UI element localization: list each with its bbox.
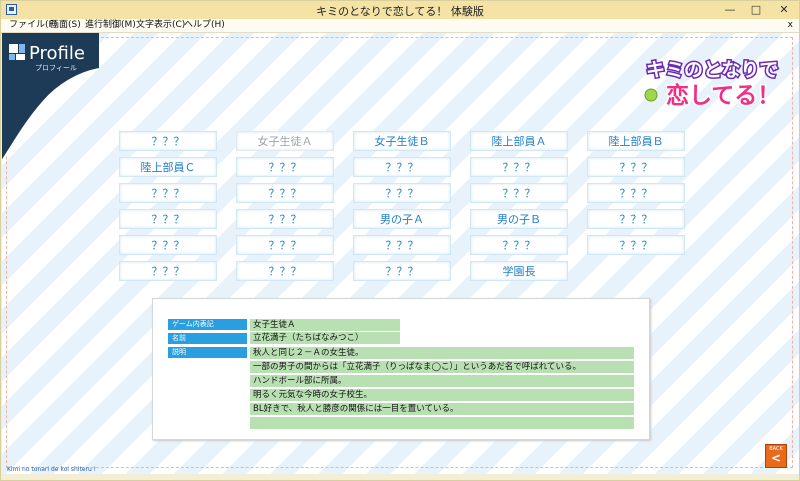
character-button[interactable]: 陸上部員Ｂ: [587, 131, 685, 151]
logo-line-1: キミのとなりで: [646, 59, 778, 81]
page-subtitle: プロフィール: [35, 64, 77, 72]
page-title: Profile: [29, 43, 85, 64]
value-in-game: 女子生徒Ａ: [250, 319, 400, 331]
description-line: ハンドボール部に所属。: [250, 375, 634, 387]
menu-help[interactable]: ヘルプ(H): [184, 19, 225, 32]
character-button[interactable]: ？？？: [353, 261, 451, 281]
description-line: 秋人と同じ２－Ａの女生徒。: [250, 347, 634, 359]
character-button[interactable]: ？？？: [353, 157, 451, 177]
label-in-game: ゲーム内表記: [168, 319, 247, 330]
menu-text-display[interactable]: 文字表示(C): [136, 19, 185, 32]
menu-close-x[interactable]: x: [788, 19, 793, 32]
logo-leaf-icon: [644, 88, 658, 102]
footer-caption: Kimi no tonari de koi shiteru !: [7, 466, 97, 473]
character-button[interactable]: ？？？: [236, 183, 334, 203]
character-button[interactable]: ？？？: [119, 131, 217, 151]
character-button[interactable]: ？？？: [587, 183, 685, 203]
window-title: キミのとなりで恋してる！ 体験版: [316, 5, 484, 18]
character-button[interactable]: ？？？: [470, 157, 568, 177]
game-window: キミのとなりで恋してる！ 体験版 — □ ✕ ファイル(F) 画面(S) 進行制…: [0, 0, 800, 481]
menu-bar: ファイル(F) 画面(S) 進行制御(M) 文字表示(C) ヘルプ(H) x: [1, 19, 799, 33]
character-button[interactable]: ？？？: [470, 235, 568, 255]
menu-screen[interactable]: 画面(S): [50, 19, 81, 32]
back-button[interactable]: BACK <: [765, 444, 787, 468]
description-line: 一部の男子の間からは「立花満子（りっぱなま◯こ）」というあだ名で呼ばれている。: [250, 361, 634, 373]
character-button[interactable]: ？？？: [353, 235, 451, 255]
logo-line-2: 恋してる！: [666, 82, 780, 109]
character-button[interactable]: ？？？: [353, 183, 451, 203]
character-button[interactable]: 女子生徒Ｂ: [353, 131, 451, 151]
menu-progress[interactable]: 進行制御(M): [85, 19, 136, 32]
character-button[interactable]: ？？？: [587, 157, 685, 177]
character-button[interactable]: 女子生徒Ａ: [236, 131, 334, 151]
value-name: 立花満子（たちばなみつこ）: [250, 332, 400, 344]
minimize-button[interactable]: —: [717, 1, 743, 19]
character-button[interactable]: ？？？: [236, 209, 334, 229]
character-button[interactable]: ？？？: [119, 209, 217, 229]
character-button[interactable]: ？？？: [236, 261, 334, 281]
description-line: [250, 417, 634, 429]
profile-panel: ゲーム内表記 女子生徒Ａ 名前 立花満子（たちばなみつこ） 説明 秋人と同じ２－…: [152, 298, 650, 440]
title-bar[interactable]: キミのとなりで恋してる！ 体験版 — □ ✕: [1, 1, 799, 19]
profile-logo-icon: [9, 44, 25, 60]
character-button[interactable]: ？？？: [236, 235, 334, 255]
character-button[interactable]: 学園長: [470, 261, 568, 281]
game-logo: キミのとなりで 恋してる！: [644, 58, 780, 111]
maximize-button[interactable]: □: [743, 1, 769, 19]
character-button[interactable]: ？？？: [587, 235, 685, 255]
character-button[interactable]: ？？？: [470, 183, 568, 203]
character-button[interactable]: ？？？: [119, 261, 217, 281]
character-button[interactable]: 男の子Ａ: [353, 209, 451, 229]
description-line: BL好きで、秋人と勝彦の関係には一目を置いている。: [250, 403, 634, 415]
character-button[interactable]: 陸上部員Ｃ: [119, 157, 217, 177]
description-line: 明るく元気な今時の女子校生。: [250, 389, 634, 401]
character-button[interactable]: ？？？: [236, 157, 334, 177]
label-name: 名前: [168, 333, 247, 344]
game-screen: Profile プロフィール キミのとなりで 恋してる！ ？？？ 女子生徒Ａ 女子生…: [2, 33, 799, 474]
character-button[interactable]: 陸上部員Ａ: [470, 131, 568, 151]
character-button[interactable]: ？？？: [587, 209, 685, 229]
character-button[interactable]: ？？？: [119, 235, 217, 255]
back-arrow-icon: <: [770, 451, 782, 465]
character-button[interactable]: 男の子Ｂ: [470, 209, 568, 229]
close-button[interactable]: ✕: [771, 1, 797, 19]
character-button[interactable]: ？？？: [119, 183, 217, 203]
label-description: 説明: [168, 347, 247, 358]
